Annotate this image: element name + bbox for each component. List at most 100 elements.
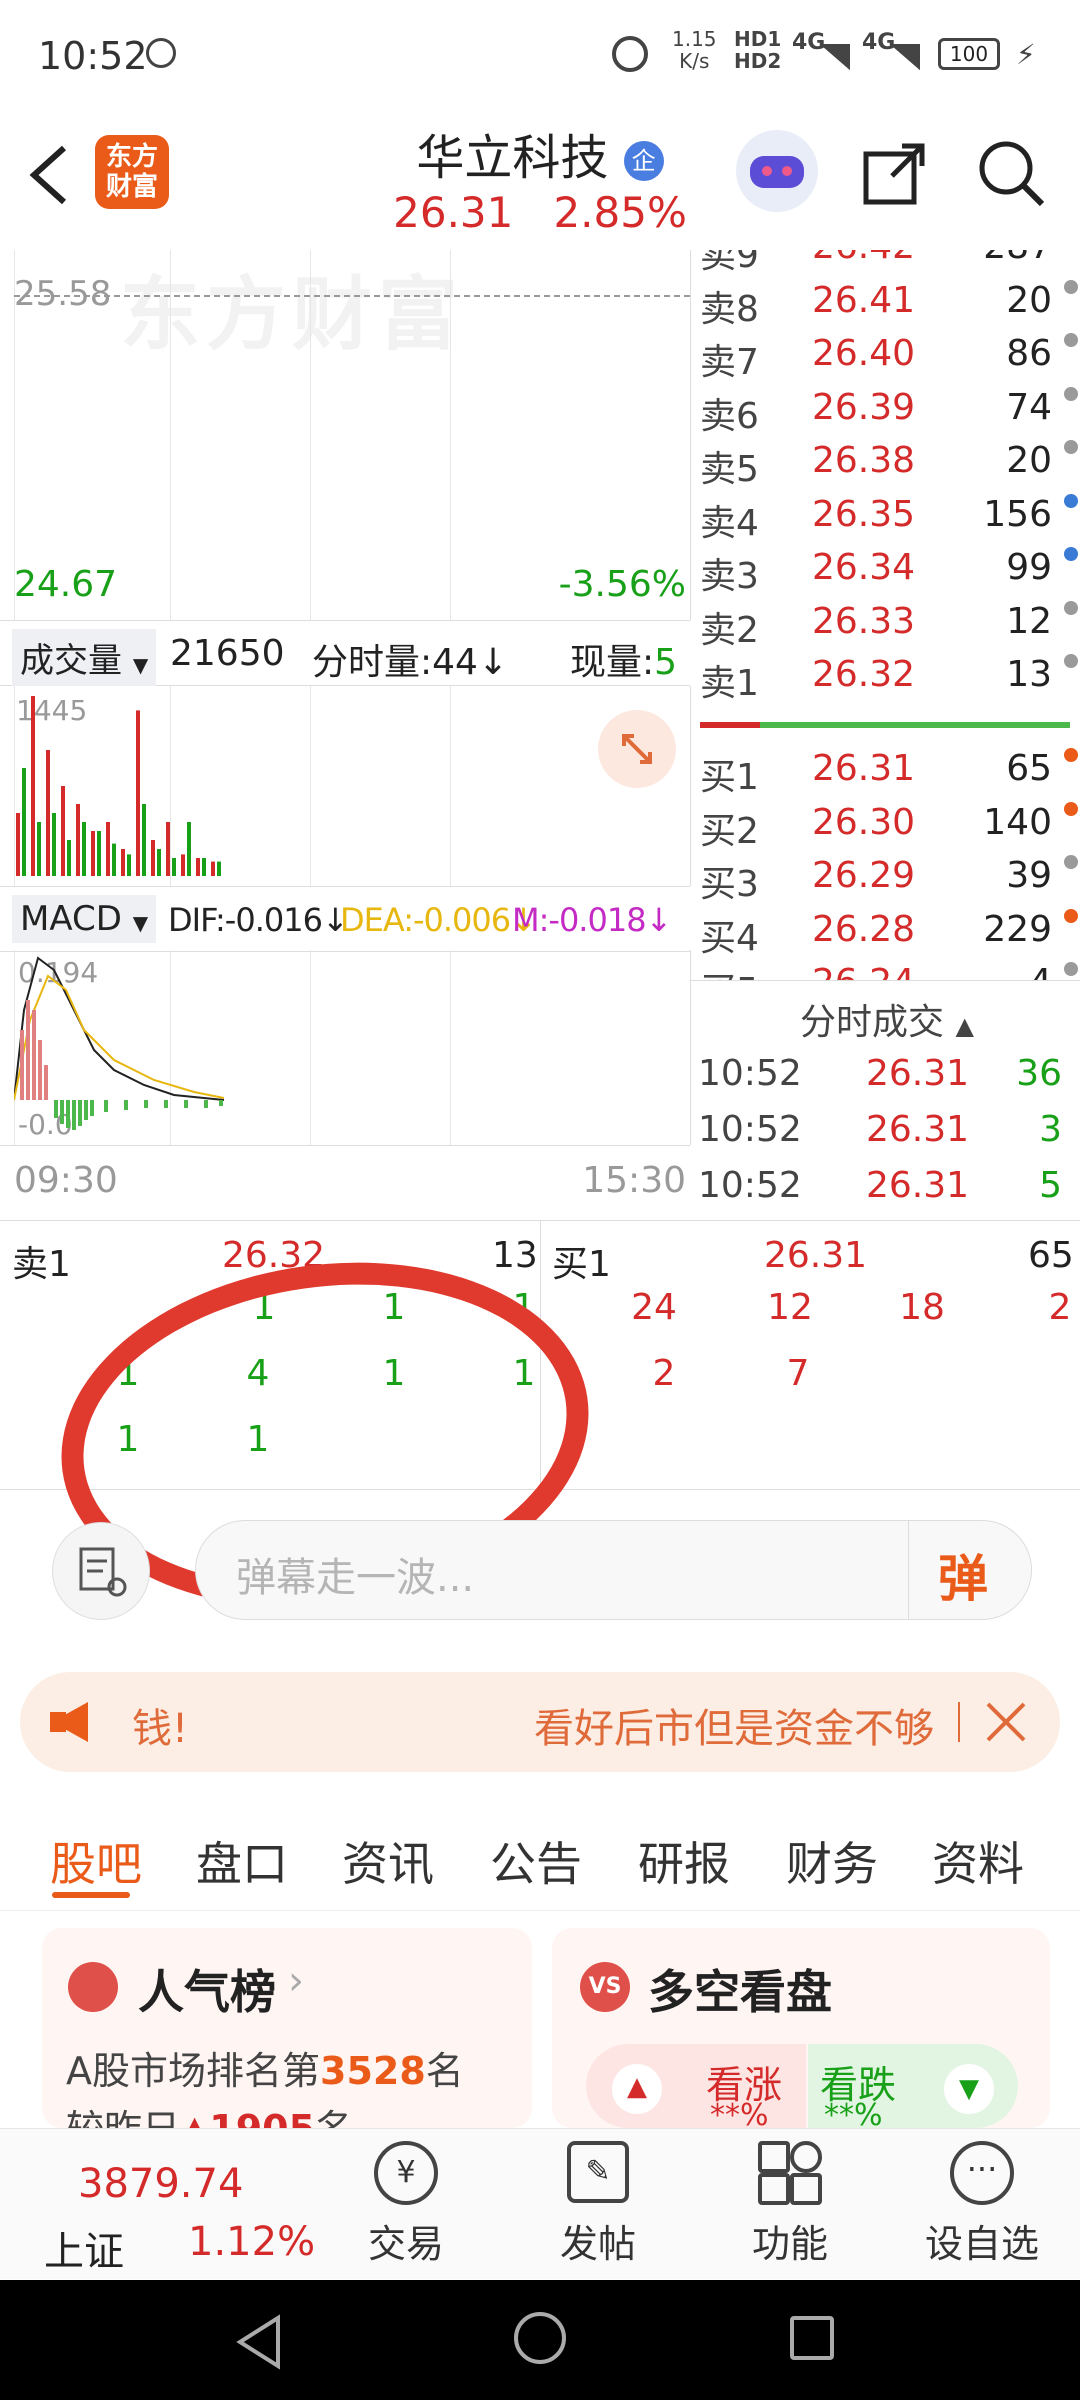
- banner-close-button[interactable]: [978, 1694, 1034, 1750]
- sell-qty: 74: [1006, 386, 1052, 428]
- order-book-divider: [700, 722, 760, 728]
- volume-bar-green: [22, 768, 26, 876]
- stock-name: 华立科技: [416, 130, 609, 186]
- sell-label: 卖3: [700, 556, 759, 597]
- volume-header: 成交量 ▼ 21650 分时量:44↓ 现量:5: [0, 620, 690, 686]
- sell-label: 卖5: [700, 449, 759, 490]
- sell-row[interactable]: 卖8 26.41 20: [700, 279, 1080, 334]
- alarm-icon: [612, 36, 648, 72]
- buy-label: 买4: [700, 917, 759, 959]
- buy-label: 买3: [700, 864, 759, 905]
- queue-buy-cell: 2: [652, 1353, 676, 1394]
- volume-bar-green: [217, 861, 221, 876]
- net-speed: 1.15: [672, 27, 717, 51]
- volume-selector[interactable]: 成交量 ▼: [12, 629, 157, 686]
- buy-row[interactable]: 买3 26.29 39: [700, 855, 1080, 909]
- popularity-chevron-icon: ›: [288, 1958, 304, 2004]
- buy-row[interactable]: 买1 26.31 65: [700, 748, 1080, 802]
- tab-2[interactable]: 资讯: [342, 1828, 434, 1894]
- volume-chart[interactable]: 1445: [0, 686, 691, 886]
- popularity-icon: [68, 1962, 118, 2012]
- trade-qty: 5: [1039, 1165, 1062, 1206]
- tab-3[interactable]: 公告: [490, 1828, 582, 1894]
- sell-dot-icon: [1064, 600, 1078, 615]
- nav-watchlist[interactable]: ··· 设自选: [912, 2141, 1052, 2268]
- tab-1[interactable]: 盘口: [196, 1828, 288, 1894]
- queue-buy-qty: 65: [1028, 1235, 1074, 1276]
- buy-row[interactable]: 买2 26.30 140: [700, 801, 1080, 856]
- system-back-button[interactable]: [236, 2314, 280, 2370]
- trade-time: 10:52: [698, 1165, 802, 1206]
- buy-row[interactable]: 买4 26.28 229: [700, 908, 1080, 963]
- volume-bar-red: [136, 710, 140, 876]
- sell-row[interactable]: 卖9 26.42 287: [700, 250, 1080, 280]
- sell-row[interactable]: 卖4 26.35 156: [700, 493, 1080, 548]
- volume-bar-green: [52, 813, 56, 876]
- sell-label: 卖6: [700, 395, 759, 437]
- trade-price: 26.31: [866, 1053, 970, 1094]
- queue-buy-cell: 18: [899, 1287, 945, 1328]
- low-price-label: 24.67: [14, 564, 118, 605]
- sell-row[interactable]: 卖3 26.34 99: [700, 547, 1080, 601]
- intraday-chart[interactable]: 东方财富 25.58 24.67 -3.56%: [0, 250, 691, 620]
- trade-time: 10:52: [698, 1109, 802, 1150]
- buy-row[interactable]: 买5 26.24 4: [700, 962, 1080, 980]
- sell-dot-icon: [1064, 333, 1078, 347]
- trades-title[interactable]: 分时成交 ▲: [800, 993, 974, 1045]
- nav-function[interactable]: 功能: [720, 2141, 860, 2268]
- battery-icon: 100: [938, 38, 1000, 70]
- tab-0[interactable]: 股吧: [50, 1828, 142, 1894]
- system-recents-button[interactable]: [790, 2316, 834, 2360]
- tab-6[interactable]: 资料: [932, 1828, 1024, 1894]
- sell-dot-icon: [1064, 279, 1078, 294]
- bull-bear-card[interactable]: VS 多空看盘 ▲ 看涨 **% 看跌 **% ▼: [552, 1928, 1050, 2133]
- banner-right-text: 看好后市但是资金不够: [534, 1706, 934, 1752]
- section-tabs: 股吧 盘口 资讯 公告 研报 财务 资料: [0, 1800, 1080, 1911]
- index-widget[interactable]: 3879.74 上证 1.12%: [30, 2149, 330, 2275]
- expand-chart-button[interactable]: [598, 710, 676, 788]
- sell-row[interactable]: 卖6 26.39 74: [700, 386, 1080, 441]
- close-icon: [986, 1702, 1026, 1742]
- search-icon[interactable]: [976, 138, 1046, 208]
- sell-row[interactable]: 卖7 26.40 86: [700, 333, 1080, 387]
- queue-buy-cell: 12: [767, 1287, 813, 1328]
- volume-total: 21650: [170, 633, 285, 674]
- bull-bear-icon: VS: [580, 1962, 630, 2012]
- promo-banner[interactable]: 钱! 看好后市但是资金不够: [20, 1672, 1060, 1772]
- tab-5[interactable]: 财务: [786, 1828, 878, 1894]
- volume-bar-green: [82, 822, 86, 876]
- up-arrow-icon: ▲: [612, 2064, 662, 2114]
- macd-selector[interactable]: MACD ▼: [12, 895, 157, 943]
- nav-trade[interactable]: ¥ 交易: [336, 2141, 476, 2268]
- queue-buy-cell: 24: [631, 1287, 677, 1328]
- danmu-settings-button[interactable]: [52, 1522, 150, 1620]
- sell-dot-icon: [1064, 547, 1078, 561]
- volume-bar-green: [187, 822, 191, 876]
- sell-qty: 12: [1006, 600, 1052, 642]
- bull-button[interactable]: ▲ 看涨 **%: [586, 2044, 806, 2133]
- danmu-input[interactable]: 弹幕走一波... 弹: [195, 1520, 1032, 1620]
- queue-buy-price: 26.31: [764, 1235, 868, 1276]
- nav-post[interactable]: ✎ 发帖: [528, 2141, 668, 2268]
- share-icon[interactable]: [862, 140, 928, 206]
- sell-row[interactable]: 卖2 26.33 12: [700, 600, 1080, 655]
- buy-label: 买5: [700, 962, 759, 980]
- bear-button[interactable]: 看跌 **% ▼: [808, 2044, 1018, 2133]
- status-bar: 10:52 1.15 K/s HD1 HD2 4G 4G 100 ⚡: [0, 0, 1080, 110]
- tab-4[interactable]: 研报: [638, 1828, 730, 1894]
- sell-row[interactable]: 卖5 26.38 20: [700, 440, 1080, 494]
- status-time: 10:52: [38, 34, 148, 78]
- volume-bar-green: [127, 854, 131, 876]
- macd-chart[interactable]: 0.194 -0.0: [0, 950, 691, 1145]
- volume-bar-red: [106, 822, 110, 876]
- volume-bar-red: [211, 861, 215, 876]
- banner-left-text: 钱!: [132, 1706, 189, 1752]
- popularity-card[interactable]: 人气榜 › A股市场排名第3528名 较昨日▲1905名: [42, 1928, 532, 2128]
- sell-row[interactable]: 卖1 26.32 13: [700, 654, 1080, 708]
- sell-qty: 20: [1006, 440, 1052, 481]
- system-home-button[interactable]: [514, 2312, 566, 2364]
- trade-qty: 3: [1039, 1109, 1062, 1150]
- robot-assistant-icon[interactable]: [736, 130, 818, 212]
- danmu-send-button[interactable]: 弹: [938, 1539, 988, 1611]
- index-value: 3879.74: [78, 2161, 244, 2207]
